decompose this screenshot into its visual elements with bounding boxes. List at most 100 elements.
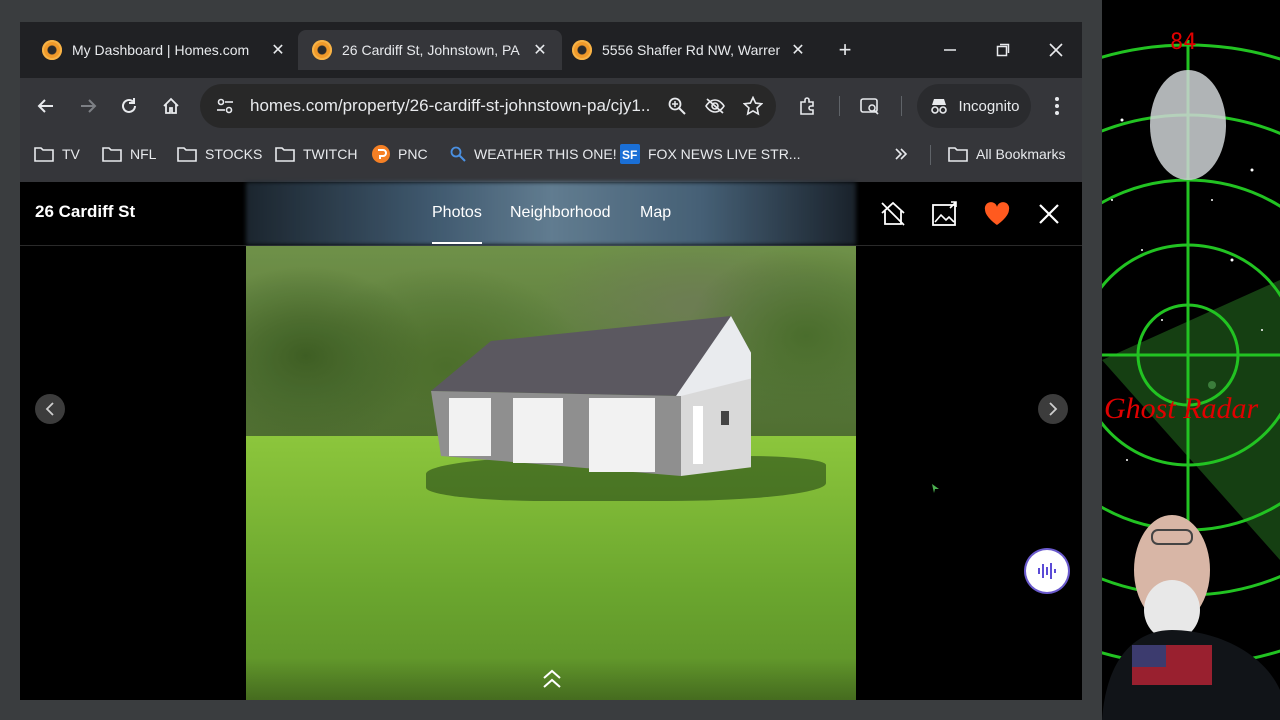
tab-photos[interactable]: Photos xyxy=(432,204,482,244)
back-button[interactable] xyxy=(32,92,60,120)
bookmark-label: STOCKS xyxy=(205,146,263,162)
homes-favicon-icon xyxy=(572,40,592,60)
tab-search-button[interactable] xyxy=(856,92,884,120)
incognito-badge[interactable]: Incognito xyxy=(917,84,1031,128)
arrow-right-icon xyxy=(81,99,97,113)
restore-button[interactable] xyxy=(988,36,1018,64)
voice-assistant-button[interactable] xyxy=(1026,550,1068,592)
chevron-double-up-icon[interactable] xyxy=(541,668,563,690)
home-off-icon xyxy=(881,201,905,226)
svg-text:SF: SF xyxy=(622,148,637,162)
bookmark-fox-news[interactable]: SF FOX NEWS LIVE STR... xyxy=(620,140,800,168)
address-bar[interactable]: homes.com/property/26-cardiff-st-johnsto… xyxy=(200,84,776,128)
home-icon xyxy=(163,97,179,114)
reload-button[interactable] xyxy=(115,92,143,120)
site-info-icon[interactable] xyxy=(212,93,238,119)
radar-app-label: Ghost Radar xyxy=(1104,392,1259,425)
share-photo-button[interactable] xyxy=(929,198,961,230)
home-button[interactable] xyxy=(157,92,185,120)
folder-icon xyxy=(275,146,295,162)
close-window-button[interactable] xyxy=(1041,36,1071,64)
star-icon[interactable] xyxy=(740,93,766,119)
tab-cardiff[interactable]: 26 Cardiff St, Johnstown, PA 1 ✕ xyxy=(298,30,562,70)
browser-window: My Dashboard | Homes.com ✕ 26 Cardiff St… xyxy=(20,22,1082,700)
folder-icon xyxy=(177,146,197,162)
property-address-title: 26 Cardiff St xyxy=(35,202,136,221)
bookmark-label: TWITCH xyxy=(303,146,358,162)
tab-neighborhood[interactable]: Neighborhood xyxy=(510,204,611,222)
eye-off-icon[interactable] xyxy=(702,93,728,119)
webcam-overlay: 84 Ghost Radar xyxy=(1102,0,1280,720)
bookmarks-divider xyxy=(930,145,931,165)
menu-button[interactable] xyxy=(1043,92,1071,120)
close-icon xyxy=(1049,43,1063,57)
tab-title: 5556 Shaffer Rd NW, Warren, xyxy=(602,42,780,58)
incognito-label: Incognito xyxy=(958,97,1020,115)
bookmark-weather[interactable]: WEATHER THIS ONE! xyxy=(450,140,617,168)
bookmark-label: PNC xyxy=(398,146,428,162)
next-photo-button[interactable] xyxy=(1038,394,1068,424)
zoom-icon[interactable] xyxy=(664,93,690,119)
bookmark-twitch[interactable]: TWITCH xyxy=(275,140,357,168)
homes-favicon-icon xyxy=(312,40,332,60)
photo-viewer-header: 26 Cardiff St Photos Neighborhood Map xyxy=(20,182,1082,246)
image-share-icon xyxy=(932,201,957,226)
restore-icon xyxy=(996,43,1010,57)
tab-shaffer[interactable]: 5556 Shaffer Rd NW, Warren, ✕ xyxy=(558,30,820,70)
chevron-right-icon xyxy=(1049,402,1058,416)
folder-icon xyxy=(948,146,968,162)
webcam-person xyxy=(1102,515,1280,720)
new-tab-button[interactable]: + xyxy=(833,39,857,63)
more-vertical-icon xyxy=(1055,97,1059,115)
tab-close-icon[interactable]: ✕ xyxy=(530,40,550,60)
bookmark-label: WEATHER THIS ONE! xyxy=(474,146,617,162)
reload-icon xyxy=(122,98,136,113)
folder-icon xyxy=(34,146,54,162)
puzzle-icon xyxy=(800,97,814,115)
bookmark-nfl[interactable]: NFL xyxy=(102,140,156,168)
bookmark-stocks[interactable]: STOCKS xyxy=(177,140,262,168)
tab-map[interactable]: Map xyxy=(640,204,671,222)
extensions-button[interactable] xyxy=(794,92,822,120)
tab-title: 26 Cardiff St, Johnstown, PA 1 xyxy=(342,42,522,58)
pnc-icon xyxy=(372,145,390,163)
favorite-button[interactable] xyxy=(981,198,1013,230)
incognito-icon xyxy=(930,99,947,114)
url-text[interactable]: homes.com/property/26-cardiff-st-johnsto… xyxy=(250,96,650,116)
chevron-left-icon xyxy=(45,402,54,416)
tab-title: My Dashboard | Homes.com xyxy=(72,42,250,58)
bookmarks-bar: TV NFL STOCKS TWITCH PNC WEATHER THIS ON… xyxy=(20,134,1082,174)
forward-button[interactable] xyxy=(74,92,102,120)
bookmark-label: TV xyxy=(62,146,80,162)
radar-counter: 84 xyxy=(1170,30,1197,55)
heart-icon xyxy=(984,202,1010,225)
tab-dashboard[interactable]: My Dashboard | Homes.com ✕ xyxy=(28,30,300,70)
all-bookmarks-button[interactable]: All Bookmarks xyxy=(948,140,1065,168)
bookmark-pnc[interactable]: PNC xyxy=(372,140,428,168)
tab-search-icon xyxy=(860,98,879,115)
photo-garage xyxy=(431,316,751,476)
all-bookmarks-label: All Bookmarks xyxy=(976,146,1066,162)
bookmark-label: FOX NEWS LIVE STR... xyxy=(648,146,801,162)
photo-viewer: 26 Cardiff St Photos Neighborhood Map xyxy=(20,182,1082,700)
bookmark-label: NFL xyxy=(130,146,157,162)
bookmarks-overflow-button[interactable] xyxy=(894,140,908,168)
property-photo[interactable] xyxy=(246,246,856,700)
close-viewer-button[interactable] xyxy=(1033,198,1065,230)
bookmark-tv[interactable]: TV xyxy=(34,140,80,168)
previous-photo-button[interactable] xyxy=(35,394,65,424)
tab-close-icon[interactable]: ✕ xyxy=(788,40,808,60)
homes-favicon-icon xyxy=(42,40,62,60)
chevron-double-right-icon xyxy=(895,148,908,160)
arrow-left-icon xyxy=(37,99,53,113)
weather-icon xyxy=(450,146,466,162)
toolbar-divider xyxy=(839,96,840,116)
toolbar-divider xyxy=(901,96,902,116)
tab-close-icon[interactable]: ✕ xyxy=(268,40,288,60)
mouse-cursor-icon xyxy=(932,484,939,493)
minimize-icon xyxy=(944,49,956,51)
hide-listing-button[interactable] xyxy=(877,198,909,230)
toolbar: homes.com/property/26-cardiff-st-johnsto… xyxy=(20,78,1082,134)
close-icon xyxy=(1039,204,1059,224)
minimize-button[interactable] xyxy=(935,36,965,64)
